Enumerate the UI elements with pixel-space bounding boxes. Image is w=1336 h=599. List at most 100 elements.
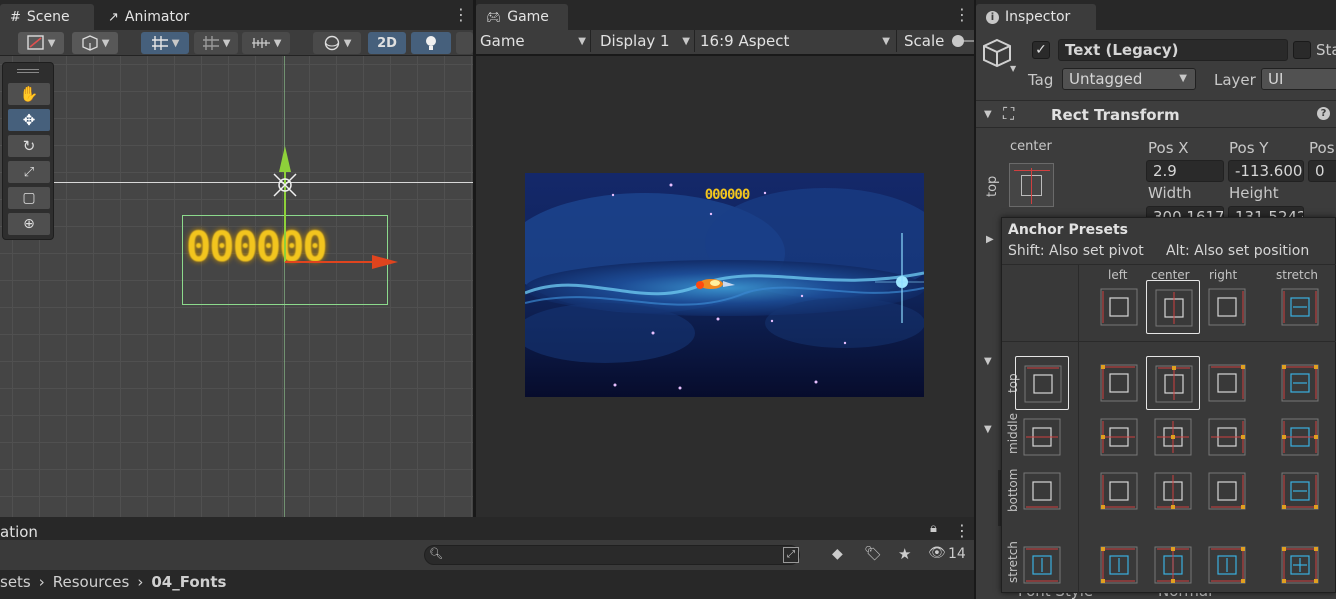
anchor-preset-cell-1-0[interactable] xyxy=(1100,418,1138,456)
tag-dropdown[interactable]: Untagged ▼ xyxy=(1062,68,1196,90)
tab-game[interactable]: 🎮︎ Game xyxy=(476,4,568,30)
tab-animator-label: Animator xyxy=(124,9,190,25)
game-menu-icon[interactable]: ⋮ xyxy=(954,6,970,24)
lighting-button[interactable] xyxy=(411,32,451,54)
popup-row-divider xyxy=(1002,341,1336,342)
orbit-button[interactable]: ▼ xyxy=(313,32,361,54)
anchor-preset-row-1[interactable] xyxy=(1023,418,1061,456)
anchor-preset-cell-3-3[interactable] xyxy=(1281,546,1319,584)
foldout-arrow-icon[interactable]: ▼ xyxy=(984,356,992,367)
palette-handle[interactable] xyxy=(17,69,39,73)
transform-tool-button[interactable]: ⊕ xyxy=(8,213,50,235)
mode-2d-button[interactable]: 2D xyxy=(368,32,406,54)
anchor-preset-cell-3-2[interactable] xyxy=(1208,546,1246,584)
rect-transform-header[interactable]: ▼ ⛶ Rect Transform ? xyxy=(976,100,1336,128)
chevron-down-icon: ▼ xyxy=(44,37,56,49)
grid-snap-icon xyxy=(151,36,168,50)
filter-type-icon[interactable]: ◆ xyxy=(832,546,843,562)
hud-score: 000000 xyxy=(704,187,751,203)
anchor-preset-cell-3-1[interactable] xyxy=(1154,546,1192,584)
scene-viewport[interactable]: 000000 ✋ ✥ ↻ ⤢ ▢ ⊕ xyxy=(0,56,473,517)
lock-icon[interactable]: 🔒︎ xyxy=(930,521,937,536)
hand-tool-button[interactable]: ✋ xyxy=(8,83,50,105)
grid-snap-button[interactable]: ▼ xyxy=(141,32,189,54)
hidden-packages-icon[interactable]: 👁︎ xyxy=(928,545,946,561)
chevron-down-icon: ▼ xyxy=(168,37,180,49)
display-dropdown[interactable]: Display 1 ▼ xyxy=(600,30,690,52)
anchor-preset-cell-1-2[interactable] xyxy=(1208,418,1246,456)
anchor-preset-col-1[interactable] xyxy=(1146,280,1200,334)
anchor-preset-cell-1-3[interactable] xyxy=(1281,418,1319,456)
pos-z-field[interactable]: 0 xyxy=(1308,160,1336,182)
move-tool-button[interactable]: ✥ xyxy=(8,109,50,131)
aspect-dropdown[interactable]: 16:9 Aspect ▼ xyxy=(700,30,890,52)
increment-snap-button[interactable]: ▼ xyxy=(194,32,238,54)
anchor-preset-col-0[interactable] xyxy=(1100,288,1138,326)
display-value: Display 1 xyxy=(600,32,670,50)
anchor-preset-cell-2-1[interactable] xyxy=(1154,472,1192,510)
object-name-field[interactable]: Text (Legacy) xyxy=(1058,39,1288,61)
layer-dropdown[interactable]: UI xyxy=(1261,68,1336,90)
search-expand-icon[interactable]: ⤢ xyxy=(783,547,799,563)
filter-label-icon[interactable]: 🏷︎ xyxy=(864,546,882,562)
panel-divider[interactable] xyxy=(473,0,475,599)
pos-x-field[interactable]: 2.9 xyxy=(1146,160,1224,182)
breadcrumb-item[interactable]: sets xyxy=(0,573,31,591)
scale-slider-knob[interactable] xyxy=(952,35,964,47)
draw-mode-button[interactable]: ▼ xyxy=(18,32,64,54)
move-gizmo[interactable] xyxy=(260,144,400,284)
chevron-down-icon: ▼ xyxy=(1179,73,1187,84)
foldout-arrow-icon: ▼ xyxy=(984,109,992,120)
anchor-preset-cell-0-0[interactable] xyxy=(1100,364,1138,402)
tab-animator[interactable]: ↗ Animator xyxy=(98,4,208,30)
game-mode-value: Game xyxy=(480,32,525,50)
increment-snap-icon xyxy=(202,36,219,50)
anchor-preset-cell-0-2[interactable] xyxy=(1208,364,1246,402)
anchor-preset-cell-0-3[interactable] xyxy=(1281,364,1319,402)
ruler-button[interactable]: ▼ xyxy=(242,32,290,54)
col-label-left: left xyxy=(1108,268,1128,282)
pos-y-field[interactable]: -113.600 xyxy=(1228,160,1304,182)
favorites-icon[interactable]: ★ xyxy=(898,545,911,563)
static-checkbox[interactable] xyxy=(1293,41,1311,59)
breadcrumb-item[interactable]: Resources xyxy=(53,573,130,591)
tab-inspector[interactable]: i Inspector xyxy=(976,4,1096,30)
breadcrumb: sets › Resources › 04_Fonts xyxy=(0,573,226,591)
anchor-preset-cell-2-0[interactable] xyxy=(1100,472,1138,510)
popup-hint-shift: Shift: Also set pivot xyxy=(1008,243,1144,259)
anchor-preset-cell-2-2[interactable] xyxy=(1208,472,1246,510)
anchor-preset-row-2[interactable] xyxy=(1023,472,1061,510)
anchor-presets-button[interactable] xyxy=(1009,163,1054,207)
scale-tool-button[interactable]: ⤢ xyxy=(8,161,50,183)
chevron-down-icon[interactable]: ▼ xyxy=(1010,64,1016,73)
foldout-arrow-icon[interactable]: ▶ xyxy=(986,234,994,245)
game-viewport[interactable]: 000000 xyxy=(476,56,974,517)
breadcrumb-item[interactable]: 04_Fonts xyxy=(151,573,226,591)
anchor-preset-row-3[interactable] xyxy=(1023,546,1061,584)
help-icon[interactable]: ? xyxy=(1317,107,1330,120)
rotate-icon: ↻ xyxy=(22,137,36,155)
tab-scene[interactable]: # Scene xyxy=(0,4,94,30)
anchor-preset-col-3[interactable] xyxy=(1281,288,1319,326)
render-mode-button[interactable]: ▼ xyxy=(72,32,118,54)
foldout-arrow-icon[interactable]: ▼ xyxy=(984,424,992,435)
anchor-preset-row-0[interactable] xyxy=(1015,356,1069,410)
popup-hint-alt: Alt: Also set position xyxy=(1166,243,1310,259)
rect-tool-button[interactable]: ▢ xyxy=(8,187,50,209)
project-menu-icon[interactable]: ⋮ xyxy=(954,521,970,540)
anchor-preset-cell-3-0[interactable] xyxy=(1100,546,1138,584)
anchor-preset-cell-2-3[interactable] xyxy=(1281,472,1319,510)
active-checkbox[interactable]: ✓ xyxy=(1032,41,1050,59)
scale-slider[interactable] xyxy=(952,35,974,47)
anchor-preset-cell-0-1[interactable] xyxy=(1146,356,1200,410)
scene-menu-icon[interactable]: ⋮ xyxy=(453,6,469,24)
anchor-preset-cell-1-1[interactable] xyxy=(1154,418,1192,456)
rotate-tool-button[interactable]: ↻ xyxy=(8,135,50,157)
divider xyxy=(896,30,897,52)
search-input[interactable]: 🔍︎ ⤢ xyxy=(424,545,800,565)
anchor-preset-col-2[interactable] xyxy=(1208,288,1246,326)
tag-label: Tag xyxy=(1028,71,1054,89)
popup-col-divider xyxy=(1078,264,1079,593)
audio-button[interactable] xyxy=(456,32,473,54)
game-mode-dropdown[interactable]: Game ▼ xyxy=(480,30,586,52)
